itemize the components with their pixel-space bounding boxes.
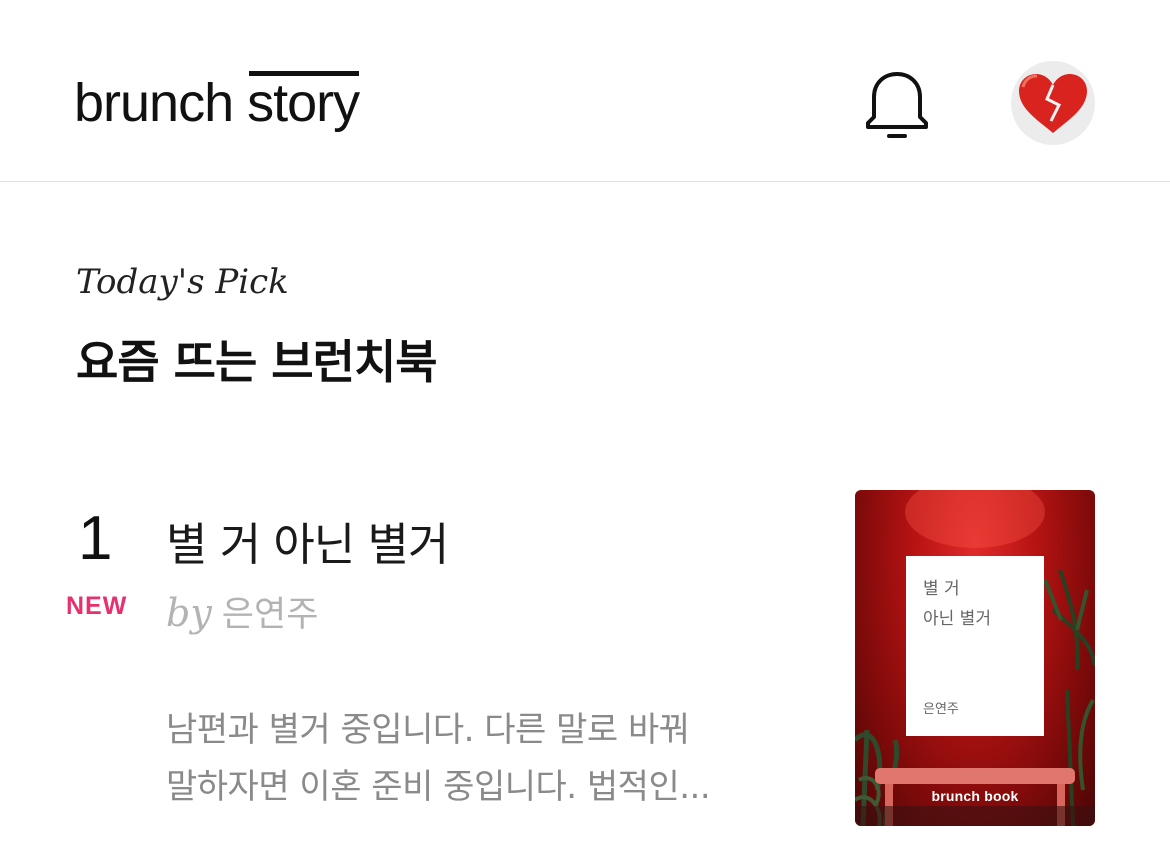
top-header: brunch story bbox=[0, 0, 1170, 182]
section-title: 요즘 뜨는 브런치북 bbox=[76, 335, 438, 389]
book-rank: 1 bbox=[78, 504, 113, 573]
cover-brand-label: brunch book bbox=[931, 788, 1019, 804]
cover-title-card: 별 거 아닌 별거 은연주 bbox=[906, 556, 1044, 736]
app: brunch story Today's Pick 요즘 뜨는 브런치북 1 NE… bbox=[0, 0, 1170, 866]
cover-title-line: 아닌 별거 bbox=[923, 609, 991, 629]
logo-text-story: story bbox=[247, 71, 360, 133]
heart-avatar-icon bbox=[1019, 74, 1087, 133]
excerpt-line: 남편과 별거 중입니다. 다른 말로 바꿔 bbox=[166, 710, 690, 750]
new-badge: NEW bbox=[66, 592, 128, 620]
book-excerpt: 남편과 별거 중입니다. 다른 말로 바꿔 말하자면 이혼 준비 중입니다. 법… bbox=[166, 702, 766, 816]
logo-text-brunch: brunch bbox=[74, 73, 234, 133]
book-list-item[interactable]: 1 NEW 별 거 아닌 별거 by 은연주 남편과 별거 중입니다. 다른 말로… bbox=[0, 480, 1170, 840]
book-byline: by 은연주 bbox=[166, 586, 318, 637]
cover-author: 은연주 bbox=[923, 702, 959, 717]
book-cover[interactable]: 별 거 아닌 별거 은연주 brunch book bbox=[855, 490, 1095, 826]
cover-title-line: 별 거 bbox=[923, 579, 960, 599]
notification-button[interactable] bbox=[858, 64, 936, 142]
brunch-story-logo[interactable]: brunch story bbox=[74, 71, 360, 142]
byline-prefix: by bbox=[166, 591, 212, 635]
book-author[interactable]: 은연주 bbox=[222, 595, 319, 635]
cover-title: 별 거 아닌 별거 bbox=[923, 574, 991, 634]
bell-icon bbox=[866, 72, 928, 138]
section-subtitle: Today's Pick bbox=[76, 262, 289, 302]
excerpt-line: 말하자면 이혼 준비 중입니다. 법적인... bbox=[166, 767, 711, 807]
profile-avatar[interactable] bbox=[1011, 61, 1095, 145]
book-title[interactable]: 별 거 아닌 별거 bbox=[166, 508, 449, 573]
